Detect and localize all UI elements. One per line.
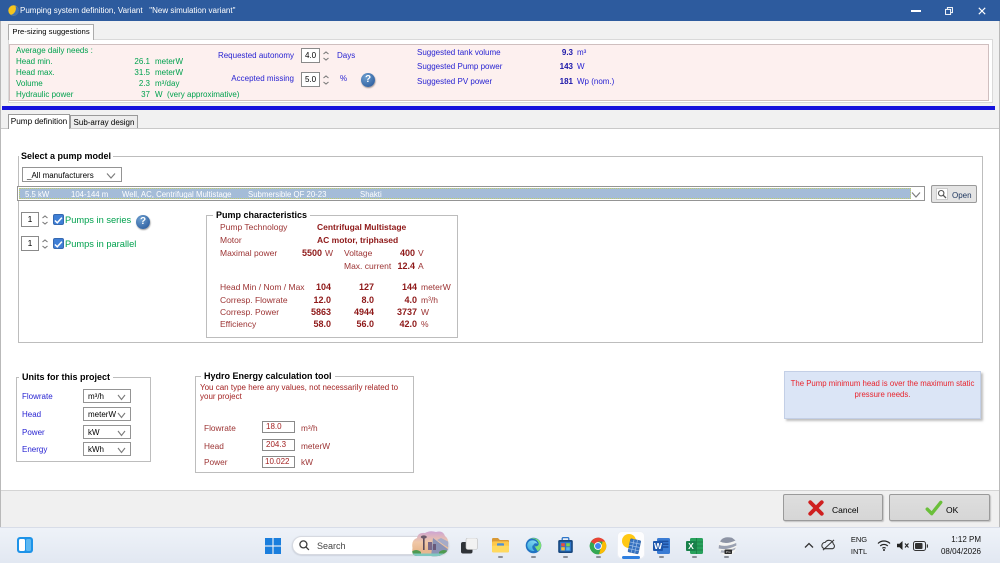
- svg-text:W: W: [654, 541, 663, 551]
- svg-text:X: X: [688, 541, 694, 551]
- svg-text:Pro: Pro: [726, 550, 731, 554]
